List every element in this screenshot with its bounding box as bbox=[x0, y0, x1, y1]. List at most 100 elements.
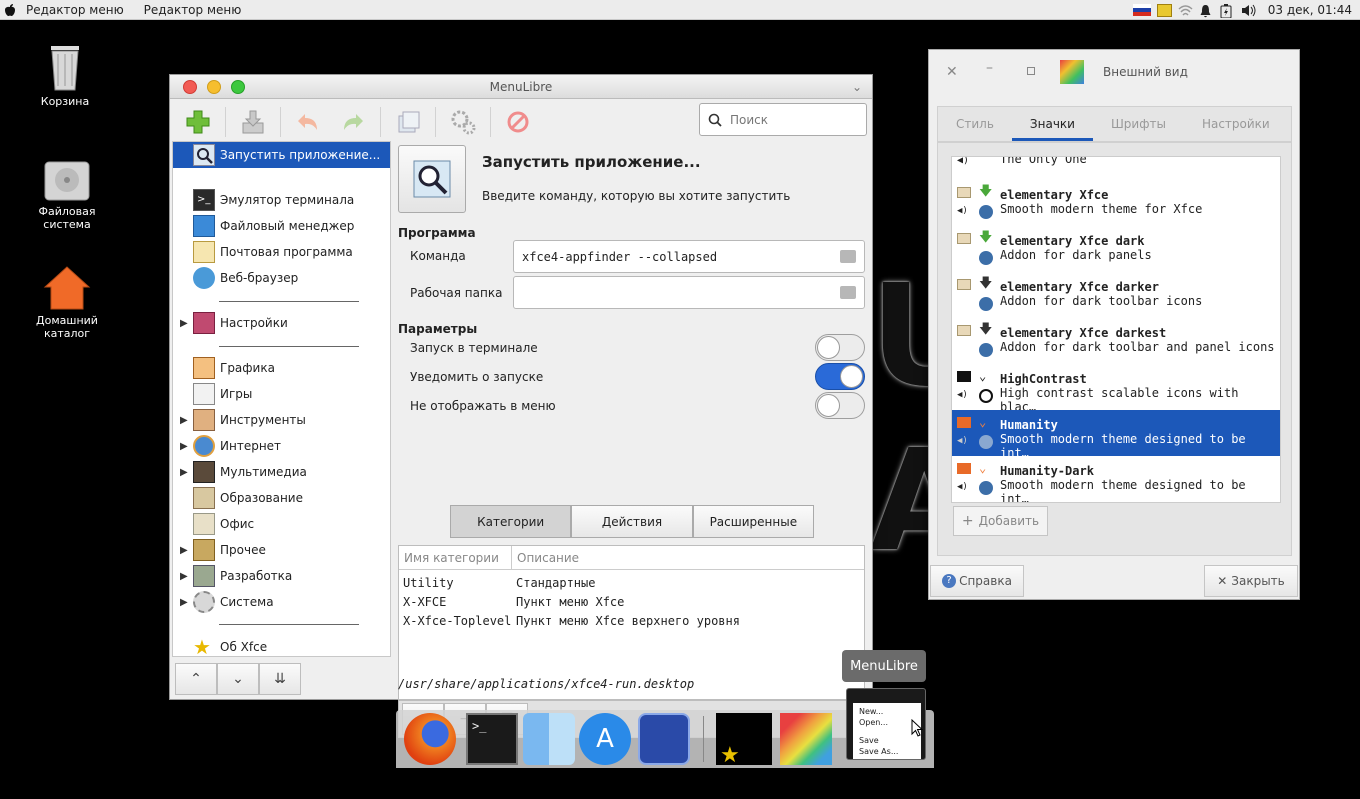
tree-item-browser[interactable]: Веб-браузер bbox=[173, 265, 390, 291]
notify-toggle[interactable] bbox=[815, 363, 865, 390]
add-button[interactable] bbox=[180, 104, 216, 140]
tree-item-development[interactable]: ▶ Разработка bbox=[173, 563, 390, 589]
table-row[interactable]: X-XFCE Пункт меню Xfce bbox=[399, 592, 864, 611]
expand-arrow-icon[interactable]: ▶ bbox=[180, 571, 188, 582]
development-icon bbox=[193, 565, 215, 587]
app-name[interactable]: Запустить приложение... bbox=[482, 153, 701, 171]
tree-item-graphics[interactable]: Графика bbox=[173, 355, 390, 381]
terminal-dock-icon[interactable]: >_ bbox=[466, 713, 518, 765]
expand-arrow-icon[interactable]: ▶ bbox=[180, 467, 188, 478]
tree-item-system[interactable]: ▶ Система bbox=[173, 589, 390, 615]
folder-icon[interactable] bbox=[840, 250, 856, 263]
maximize-window-button[interactable] bbox=[231, 80, 245, 94]
notification-icon[interactable] bbox=[1199, 4, 1214, 17]
close-icon[interactable]: ✕ bbox=[946, 64, 958, 80]
keyboard-layout-icon[interactable] bbox=[1132, 4, 1151, 16]
revert-button[interactable] bbox=[390, 104, 426, 140]
close-window-button[interactable] bbox=[183, 80, 197, 94]
tree-item-terminal[interactable]: >_ Эмулятор терминала bbox=[173, 187, 390, 213]
clock[interactable]: 03 дек, 01:44 bbox=[1268, 3, 1352, 17]
maximize-icon[interactable] bbox=[1027, 67, 1035, 75]
execute-button[interactable] bbox=[445, 104, 481, 140]
filesystem-desktop-icon[interactable]: Файловая система bbox=[12, 160, 122, 231]
about-xfce-icon[interactable]: ★ bbox=[716, 713, 772, 768]
expand-arrow-icon[interactable]: ▶ bbox=[180, 441, 188, 452]
menu-editor-2[interactable]: Редактор меню bbox=[144, 3, 242, 17]
tree-item-mail[interactable]: Почтовая программа bbox=[173, 239, 390, 265]
undo-button[interactable] bbox=[290, 104, 326, 140]
firefox-icon[interactable] bbox=[404, 713, 456, 765]
redo-button[interactable] bbox=[335, 104, 371, 140]
tree-item-other[interactable]: ▶ Прочее bbox=[173, 537, 390, 563]
col-desc-header[interactable]: Описание bbox=[512, 551, 579, 565]
tab-settings[interactable]: Настройки bbox=[1184, 107, 1288, 141]
tree-item-run-app[interactable]: Запустить приложение... bbox=[173, 142, 390, 168]
graphics-icon bbox=[193, 357, 215, 379]
hide-toggle[interactable] bbox=[815, 392, 865, 419]
close-button[interactable]: ✕ Закрыть bbox=[1204, 565, 1298, 597]
tree-item-games[interactable]: Игры bbox=[173, 381, 390, 407]
tree-item-internet[interactable]: ▶ Интернет bbox=[173, 433, 390, 459]
expand-arrow-icon[interactable]: ▶ bbox=[180, 415, 188, 426]
volume-icon[interactable] bbox=[1241, 4, 1256, 17]
trash-desktop-icon[interactable]: Корзина bbox=[10, 42, 120, 108]
run-in-terminal-toggle[interactable] bbox=[815, 334, 865, 361]
appearance-dock-icon[interactable] bbox=[780, 713, 832, 765]
icon-theme-list[interactable]: ◀) The Only One 🡇 ◀) elementary Xfce Smo… bbox=[951, 156, 1281, 503]
expand-arrow-icon[interactable]: ▶ bbox=[180, 318, 188, 329]
list-item[interactable]: 🡇 elementary Xfce darker Addon for dark … bbox=[952, 272, 1280, 318]
tree-item-education[interactable]: Образование bbox=[173, 485, 390, 511]
installer-icon[interactable] bbox=[638, 713, 690, 765]
window-titlebar[interactable]: MenuLibre ⌄ bbox=[170, 75, 872, 99]
delete-button[interactable] bbox=[500, 104, 536, 140]
list-item[interactable]: 🡇 elementary Xfce dark Addon for dark pa… bbox=[952, 226, 1280, 272]
expand-arrow-icon[interactable]: ▶ bbox=[180, 545, 188, 556]
expand-arrow-icon[interactable]: ▶ bbox=[180, 597, 188, 608]
sort-button[interactable]: ⇊ bbox=[259, 663, 301, 695]
home-desktop-icon[interactable]: Домашний каталог bbox=[12, 265, 122, 340]
list-item[interactable]: ⌄ ◀) HighContrast High contrast scalable… bbox=[952, 364, 1280, 414]
minimize-icon[interactable]: – bbox=[986, 60, 993, 76]
list-item-selected[interactable]: ⌄ ◀) Humanity Smooth modern theme design… bbox=[952, 410, 1280, 460]
wifi-icon[interactable] bbox=[1178, 4, 1193, 17]
list-item[interactable]: 🡇 elementary Xfce darkest Addon for dark… bbox=[952, 318, 1280, 364]
table-row[interactable]: Utility Стандартные bbox=[399, 573, 864, 592]
tree-item-settings[interactable]: ▶ Настройки bbox=[173, 310, 390, 336]
move-down-button[interactable]: ⌄ bbox=[217, 663, 259, 695]
command-field[interactable]: xfce4-appfinder --collapsed bbox=[513, 240, 865, 273]
battery-icon[interactable] bbox=[1220, 3, 1235, 18]
finder-icon[interactable] bbox=[523, 713, 575, 765]
app-icon-button[interactable] bbox=[398, 145, 466, 213]
apple-icon[interactable] bbox=[4, 3, 16, 17]
folder-icon[interactable] bbox=[840, 286, 856, 299]
list-item[interactable]: ◀) The Only One bbox=[952, 157, 1280, 167]
col-name-header[interactable]: Имя категории bbox=[399, 545, 512, 570]
search-input[interactable]: Поиск bbox=[699, 103, 867, 136]
save-button[interactable] bbox=[235, 104, 271, 140]
tree-item-office[interactable]: Офис bbox=[173, 511, 390, 537]
tab-categories[interactable]: Категории bbox=[450, 505, 572, 538]
appearance-header[interactable]: ✕ – Внешний вид bbox=[929, 50, 1299, 97]
move-up-button[interactable]: ⌃ bbox=[175, 663, 217, 695]
help-button[interactable]: ? Справка bbox=[930, 565, 1024, 597]
tree-item-about[interactable]: ★ Об Xfce bbox=[173, 634, 390, 656]
workdir-field[interactable] bbox=[513, 276, 865, 309]
minimize-window-button[interactable] bbox=[207, 80, 221, 94]
menu-editor-1[interactable]: Редактор меню bbox=[26, 3, 124, 17]
tab-actions[interactable]: Действия bbox=[571, 505, 693, 538]
add-theme-button[interactable]: + Добавить bbox=[953, 506, 1048, 536]
tree-item-file-manager[interactable]: Файловый менеджер bbox=[173, 213, 390, 239]
app-store-icon[interactable]: A bbox=[579, 713, 631, 765]
list-item[interactable]: ⌄ ◀) Humanity-Dark Smooth modern theme d… bbox=[952, 456, 1280, 502]
tab-style[interactable]: Стиль bbox=[938, 107, 1012, 141]
chevron-down-icon[interactable]: ⌄ bbox=[852, 75, 862, 99]
app-comment[interactable]: Введите команду, которую вы хотите запус… bbox=[482, 189, 790, 203]
tree-item-multimedia[interactable]: ▶ Мультимедиа bbox=[173, 459, 390, 485]
tab-icons[interactable]: Значки bbox=[1011, 107, 1093, 141]
table-row[interactable]: X-Xfce-Toplevel Пункт меню Xfce верхнего … bbox=[399, 611, 864, 630]
tab-fonts[interactable]: Шрифты bbox=[1093, 107, 1184, 141]
tree-item-tools[interactable]: ▶ Инструменты bbox=[173, 407, 390, 433]
list-item[interactable]: 🡇 ◀) elementary Xfce Smooth modern theme… bbox=[952, 180, 1280, 226]
notes-icon[interactable] bbox=[1156, 3, 1172, 17]
tab-advanced[interactable]: Расширенные bbox=[692, 505, 814, 538]
